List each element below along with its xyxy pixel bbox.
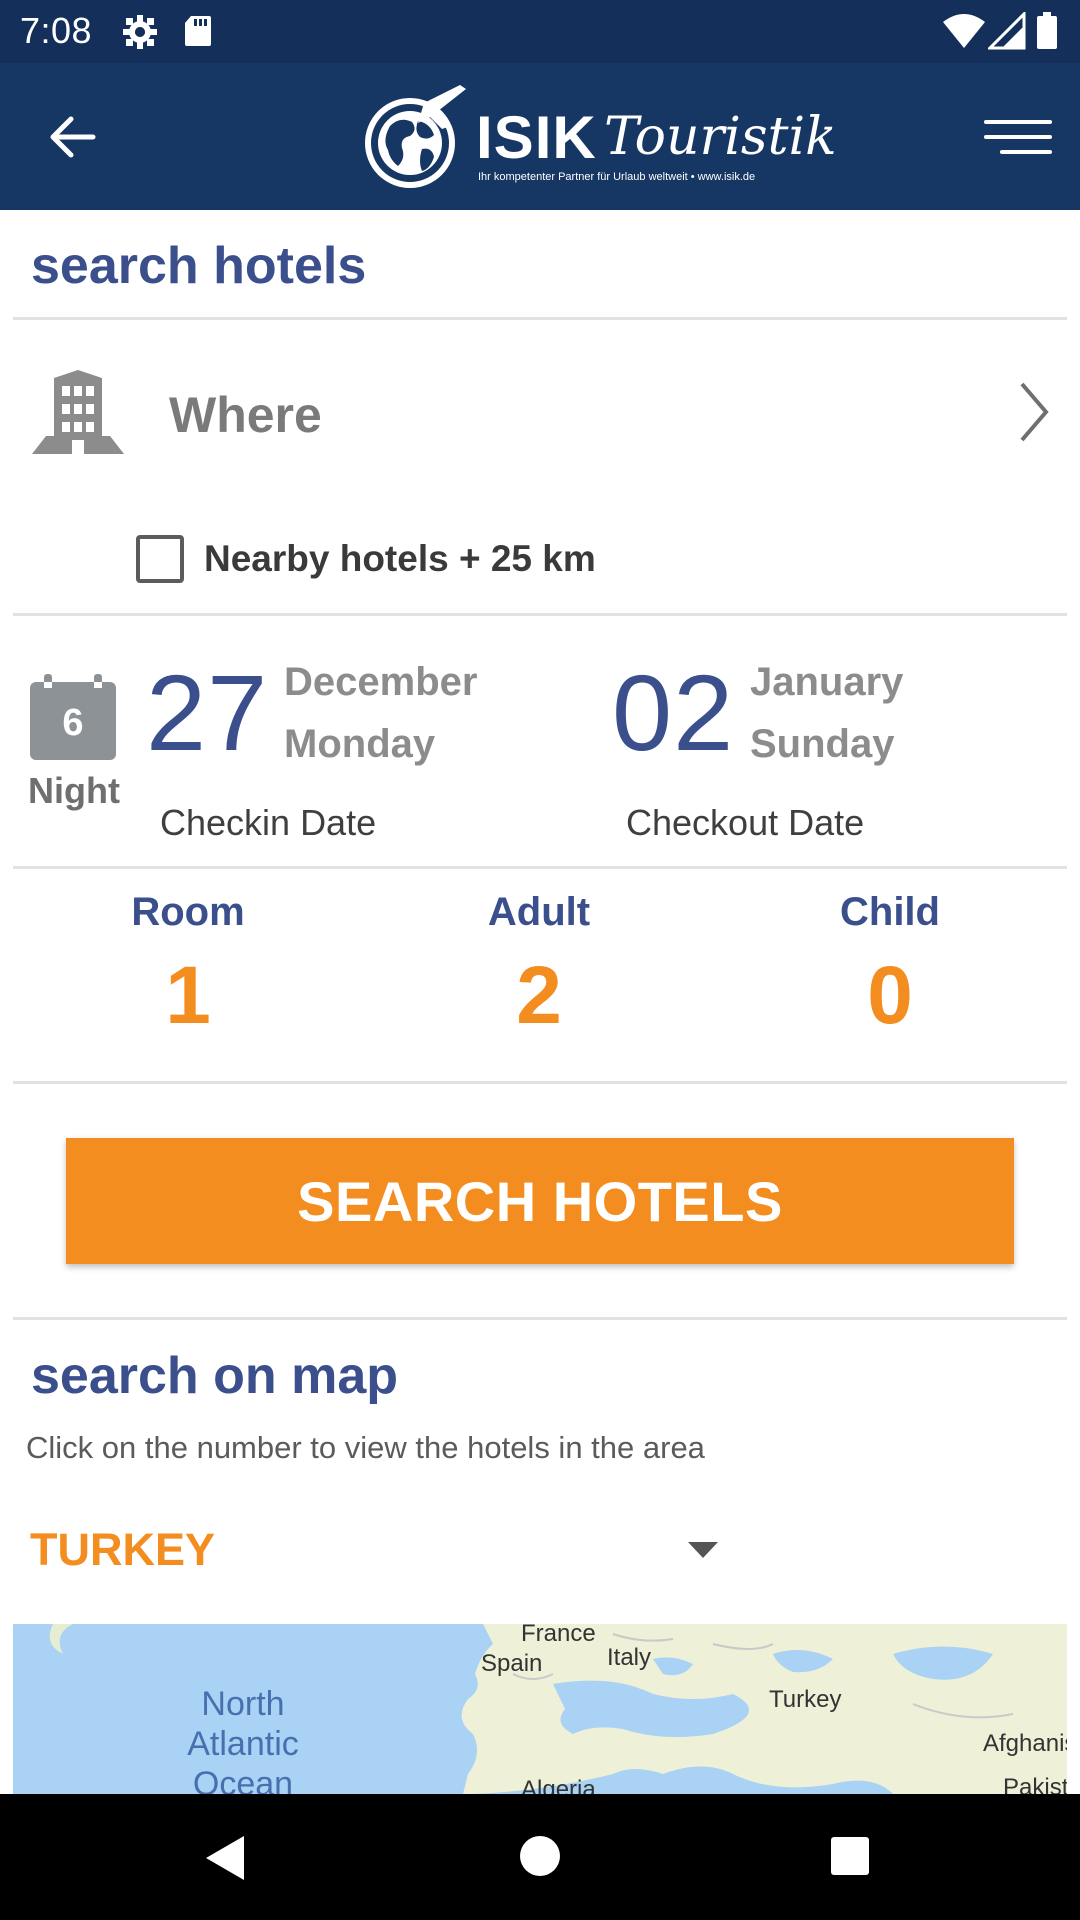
- map-label-france: France: [521, 1624, 596, 1647]
- brand-logo: ISIK Touristik Ihr kompetenter Partner f…: [360, 81, 837, 193]
- logo-brand-text: ISIK: [476, 104, 597, 171]
- room-label: Room: [131, 890, 245, 934]
- where-placeholder: Where: [169, 387, 322, 443]
- map-label-ocean: North Atlantic Ocean: [187, 1685, 299, 1794]
- adult-value: 2: [516, 950, 562, 1041]
- divider: [13, 866, 1067, 869]
- gear-icon: [122, 14, 158, 55]
- menu-icon-line: [984, 135, 1052, 139]
- country-dropdown[interactable]: TURKEY: [30, 1518, 730, 1582]
- adult-counter[interactable]: Adult 2: [409, 890, 669, 1043]
- nearby-hotels-option[interactable]: Nearby hotels + 25 km: [136, 534, 596, 584]
- checkin-day: 27: [146, 652, 269, 773]
- chevron-right-icon: [1020, 382, 1049, 442]
- room-value: 1: [165, 950, 211, 1041]
- status-time: 7:08: [20, 10, 93, 51]
- divider: [13, 1317, 1067, 1320]
- map-label-italy: Italy: [607, 1644, 652, 1671]
- where-destination-field[interactable]: Where: [0, 330, 1080, 500]
- signal-icon: [986, 10, 1026, 55]
- battery-icon: [1036, 12, 1058, 55]
- room-counter[interactable]: Room 1: [58, 890, 318, 1043]
- checkout-month: January: [750, 660, 904, 704]
- menu-icon-line: [984, 120, 1052, 124]
- logo-tagline: Ihr kompetenter Partner für Urlaub weltw…: [478, 171, 756, 183]
- nav-recents-icon[interactable]: [830, 1836, 870, 1876]
- app-bar: ISIK Touristik Ihr kompetenter Partner f…: [0, 63, 1080, 210]
- checkin-caption: Checkin Date: [160, 802, 377, 843]
- dropdown-arrow-icon: [688, 1542, 718, 1558]
- menu-icon-line: [1000, 150, 1052, 154]
- map-label-turkey: Turkey: [769, 1686, 842, 1713]
- map-view[interactable]: North Atlantic Ocean France Spain Italy …: [13, 1624, 1067, 1794]
- nearby-checkbox[interactable]: [136, 535, 184, 583]
- nav-home-icon[interactable]: [518, 1834, 562, 1878]
- back-button[interactable]: [40, 107, 106, 167]
- checkin-month: December: [284, 660, 478, 704]
- menu-button[interactable]: [976, 107, 1052, 167]
- nights-count: 6: [62, 702, 84, 744]
- adult-label: Adult: [487, 890, 591, 934]
- divider: [13, 1081, 1067, 1084]
- nav-back-icon[interactable]: [202, 1834, 246, 1882]
- divider: [13, 613, 1067, 616]
- building-icon: [32, 370, 124, 454]
- nearby-label: Nearby hotels + 25 km: [204, 538, 596, 579]
- country-value: TURKEY: [30, 1524, 216, 1575]
- map-label-algeria: Algeria: [521, 1776, 596, 1794]
- map-label-spain: Spain: [481, 1650, 543, 1677]
- status-bar: 7:08: [0, 0, 1080, 63]
- map-label-pakistan: Pakist: [1003, 1774, 1067, 1794]
- checkout-day: 02: [612, 652, 735, 773]
- child-label: Child: [840, 890, 940, 934]
- checkout-caption: Checkout Date: [626, 802, 865, 843]
- map-label-afghanistan: Afghanis: [983, 1730, 1067, 1757]
- checkin-weekday: Monday: [284, 722, 436, 766]
- system-nav-bar: [0, 1794, 1080, 1920]
- child-value: 0: [867, 950, 913, 1041]
- back-arrow-icon: [50, 116, 96, 158]
- logo-script-text: Touristik: [604, 107, 837, 167]
- sd-card-icon: [183, 14, 213, 53]
- divider: [13, 317, 1067, 320]
- map-hint: Click on the number to view the hotels i…: [26, 1430, 705, 1465]
- search-on-map-title: search on map: [31, 1347, 399, 1405]
- child-counter[interactable]: Child 0: [760, 890, 1020, 1043]
- wifi-icon: [942, 12, 986, 55]
- night-label: Night: [28, 770, 120, 811]
- search-hotels-title: search hotels: [31, 237, 367, 295]
- checkout-weekday: Sunday: [750, 722, 895, 766]
- globe-plane-icon: [365, 85, 466, 188]
- search-hotels-button[interactable]: SEARCH HOTELS: [66, 1138, 1014, 1264]
